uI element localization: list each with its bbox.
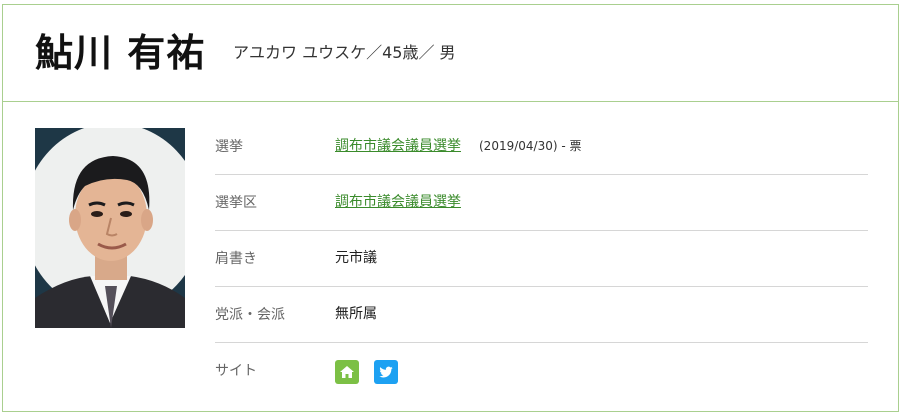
detail-label: 選挙区 [215, 195, 257, 211]
detail-label: サイト [215, 363, 257, 379]
candidate-photo [35, 128, 185, 328]
details-table: 選挙 調布市議会議員選挙 (2019/04/30) - 票 選挙区 調布市議会議員… [215, 119, 868, 399]
detail-value: 無所属 [335, 306, 377, 322]
detail-label: 肩書き [215, 251, 257, 267]
twitter-icon[interactable] [374, 360, 398, 384]
home-icon[interactable] [335, 360, 359, 384]
detail-row-district: 選挙区 調布市議会議員選挙 [215, 175, 868, 231]
detail-label: 選挙 [215, 139, 243, 155]
detail-row-site: サイト [215, 343, 868, 399]
candidate-name: 鮎川 有祐 [35, 31, 206, 75]
detail-row-title: 肩書き 元市議 [215, 231, 868, 287]
candidate-kana-age-gender: アユカワ ユウスケ／45歳／ 男 [233, 43, 456, 62]
detail-row-party: 党派・会派 無所属 [215, 287, 868, 343]
profile-header: 鮎川 有祐 アユカワ ユウスケ／45歳／ 男 [3, 5, 898, 102]
detail-value: 調布市議会議員選挙 (2019/04/30) - 票 [335, 135, 582, 155]
election-date-votes: (2019/04/30) - 票 [479, 139, 582, 153]
site-icons [335, 360, 398, 384]
detail-row-election: 選挙 調布市議会議員選挙 (2019/04/30) - 票 [215, 119, 868, 175]
election-link[interactable]: 調布市議会議員選挙 [335, 138, 461, 154]
district-link[interactable]: 調布市議会議員選挙 [335, 194, 461, 210]
detail-label: 党派・会派 [215, 307, 285, 323]
candidate-card: 鮎川 有祐 アユカワ ユウスケ／45歳／ 男 選挙 調布市議会議員選挙 (201… [2, 4, 899, 412]
detail-value: 元市議 [335, 250, 377, 266]
detail-value: 調布市議会議員選挙 [335, 191, 461, 211]
